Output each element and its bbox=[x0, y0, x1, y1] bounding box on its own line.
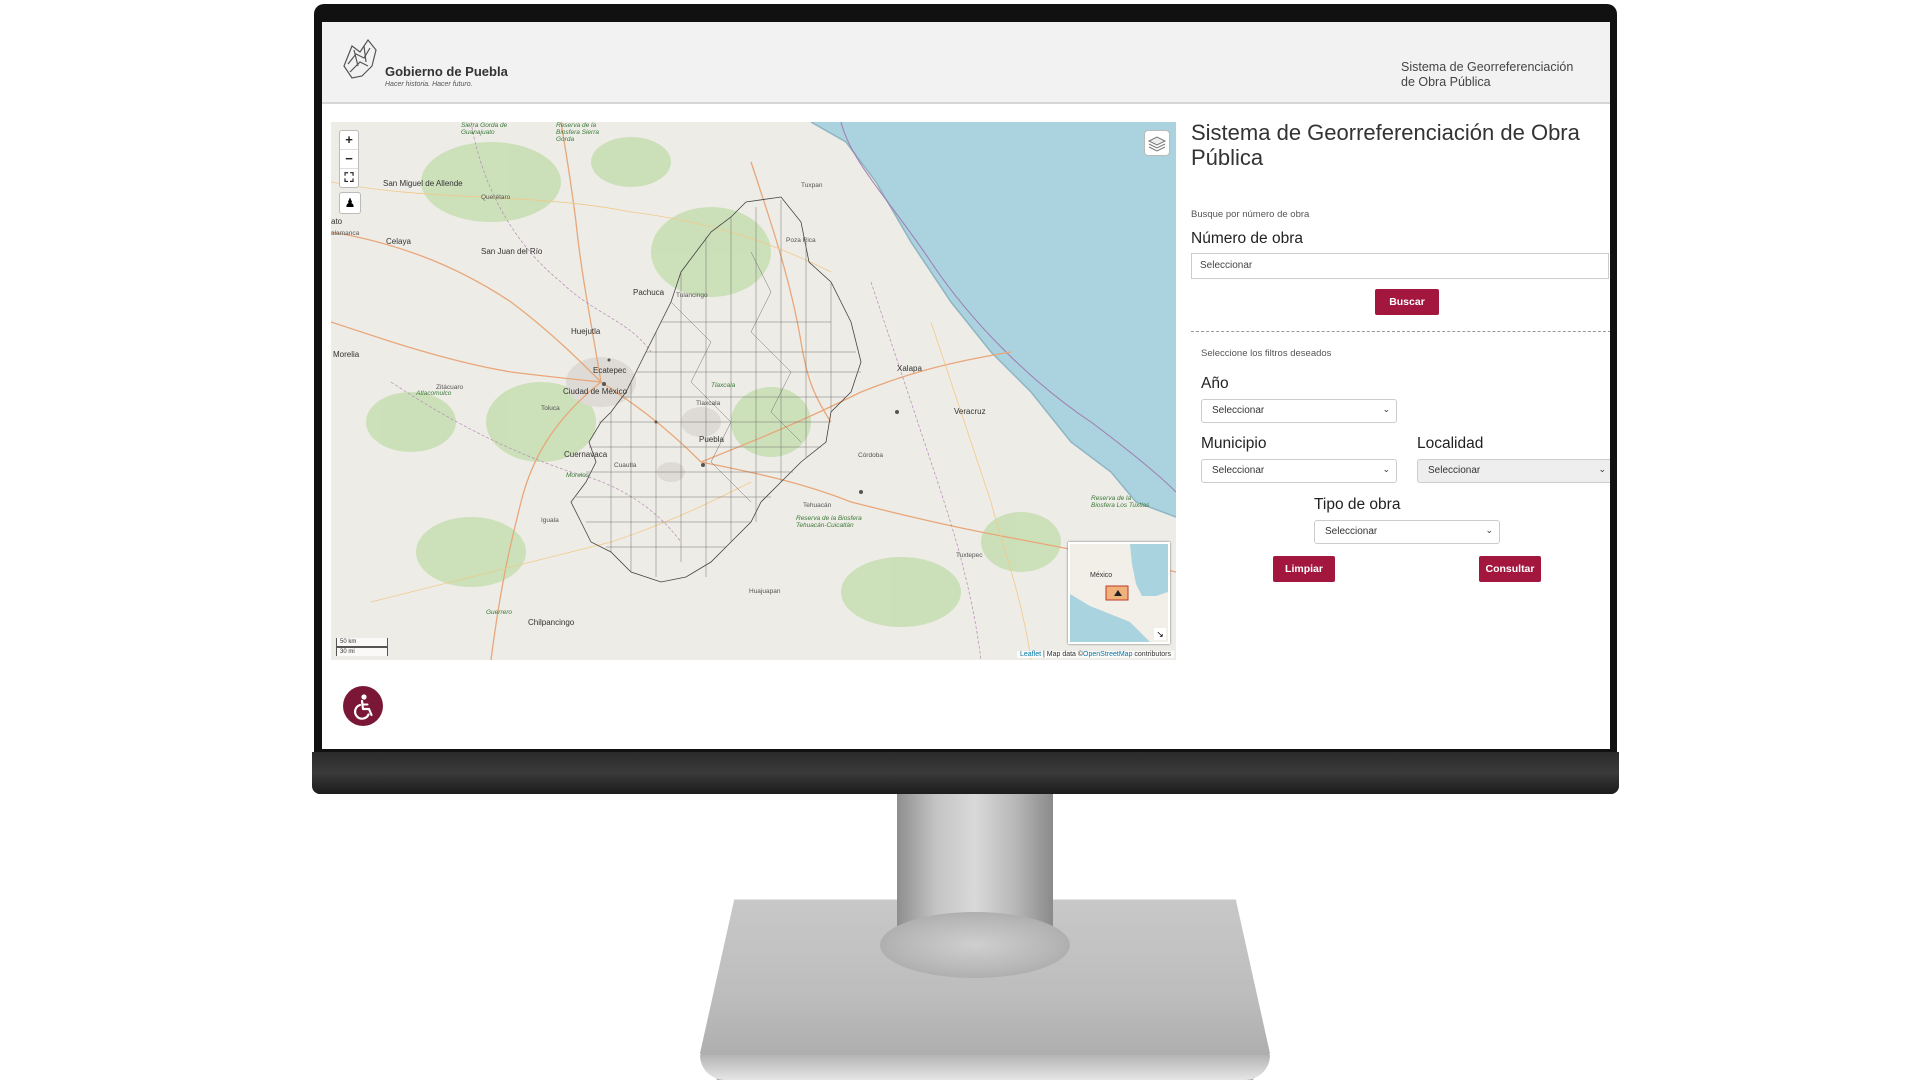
zoom-in-button[interactable]: + bbox=[340, 131, 358, 150]
anio-select-value: Seleccionar bbox=[1212, 405, 1265, 416]
municipio-select-value: Seleccionar bbox=[1212, 465, 1265, 476]
filters-hint: Seleccione los filtros deseados bbox=[1201, 348, 1332, 359]
map-label-cuernavaca: Cuernavaca bbox=[564, 450, 608, 459]
chevron-down-icon: ⌄ bbox=[1382, 464, 1390, 474]
limpiar-button[interactable]: Limpiar bbox=[1273, 556, 1335, 582]
map-label-tlaxcala-state: Tlaxcala bbox=[711, 382, 736, 389]
map-label-reserva-sierra-gorda: Reserva de la Biosfera Sierra Gorda bbox=[556, 122, 599, 143]
map-label-queretaro-state: Querétaro bbox=[481, 194, 511, 201]
accessibility-button[interactable] bbox=[343, 686, 383, 726]
map-label-xalapa: Xalapa bbox=[897, 364, 922, 373]
localidad-select[interactable]: Seleccionar ⌄ bbox=[1417, 459, 1610, 483]
monitor-stand-collar bbox=[880, 912, 1070, 978]
map-label-salamanca: alamanca bbox=[331, 230, 360, 237]
map-view[interactable]: San Miguel de Allende Querétaro Celaya S… bbox=[331, 122, 1176, 660]
map-label-sierra-gorda-gto: Sierra Gorda de Guanajuato bbox=[461, 122, 508, 136]
map-label-chilpancingo: Chilpancingo bbox=[528, 618, 575, 627]
section-divider bbox=[1191, 331, 1610, 332]
map-label-poza-rica: Poza Rica bbox=[786, 237, 816, 244]
map-label-iguala: Iguala bbox=[541, 517, 559, 524]
map-label-cuautla: Cuautla bbox=[614, 462, 637, 469]
map-label-veracruz: Veracruz bbox=[954, 407, 986, 416]
chevron-down-icon: ⌄ bbox=[1485, 525, 1493, 535]
monitor-chin bbox=[312, 752, 1619, 794]
map-label-huejutla: Huejutla bbox=[571, 327, 601, 336]
consultar-button[interactable]: Consultar bbox=[1479, 556, 1541, 582]
localidad-select-value: Seleccionar bbox=[1428, 465, 1481, 476]
buscar-button[interactable]: Buscar bbox=[1375, 289, 1439, 315]
map-label-reserva-tehuacan: Reserva de la Biosfera Tehuacán-Cuicatlá… bbox=[796, 515, 862, 529]
fullscreen-button[interactable]: ⛶ bbox=[340, 169, 358, 187]
puebla-state-icon: ♟ bbox=[344, 196, 356, 210]
numero-obra-label: Número de obra bbox=[1191, 230, 1304, 247]
scale-mi: 30 mi bbox=[336, 647, 388, 656]
municipio-label: Municipio bbox=[1201, 435, 1267, 452]
municipio-select[interactable]: Seleccionar ⌄ bbox=[1201, 459, 1397, 483]
search-hint: Busque por número de obra bbox=[1191, 209, 1310, 220]
tipo-obra-select[interactable]: Seleccionar ⌄ bbox=[1314, 520, 1500, 544]
map-label-reserva-tuxtlas: Reserva de la Biosfera Los Tuxtlas bbox=[1091, 495, 1150, 509]
map-label-sma: San Miguel de Allende bbox=[383, 179, 463, 188]
map-canvas bbox=[331, 122, 1176, 660]
map-attribution: Leaflet | Map data ©OpenStreetMap contri… bbox=[1017, 651, 1174, 658]
minimap-toggle-icon[interactable]: ↘ bbox=[1154, 628, 1166, 640]
attribution-contributors: contributors bbox=[1132, 651, 1171, 658]
anio-label: Año bbox=[1201, 375, 1229, 392]
map-label-sjr: San Juan del Río bbox=[481, 247, 543, 256]
numero-obra-input[interactable]: Seleccionar bbox=[1191, 253, 1609, 279]
map-label-tuxpan: Tuxpan bbox=[801, 182, 823, 189]
leaflet-link[interactable]: Leaflet bbox=[1020, 651, 1041, 658]
map-label-ecatepec: Ecatepec bbox=[593, 366, 627, 375]
anio-select[interactable]: Seleccionar ⌄ bbox=[1201, 399, 1397, 423]
minimap[interactable]: México ↘ bbox=[1068, 542, 1170, 644]
header-system-line1: Sistema de Georreferenciación bbox=[1401, 60, 1574, 74]
monitor-screen: Gobierno de Puebla Hacer historia. Hacer… bbox=[322, 22, 1610, 749]
map-label-pachuca: Pachuca bbox=[633, 288, 665, 297]
tipo-obra-label: Tipo de obra bbox=[1314, 496, 1401, 513]
puebla-logo-icon bbox=[343, 38, 377, 79]
map-label-puebla: Puebla bbox=[699, 435, 724, 444]
header-system-line2: de Obra Pública bbox=[1401, 75, 1491, 89]
org-name: Gobierno de Puebla bbox=[385, 64, 508, 79]
layers-button[interactable] bbox=[1144, 130, 1170, 156]
tipo-obra-select-value: Seleccionar bbox=[1325, 526, 1378, 537]
map-label-cdmx: Ciudad de México bbox=[563, 387, 628, 396]
map-label-morelos: Morelos bbox=[566, 472, 590, 479]
zoom-control: + − ⛶ bbox=[339, 130, 359, 188]
map-label-cordoba: Córdoba bbox=[858, 452, 883, 459]
minimap-label: México bbox=[1090, 572, 1113, 579]
map-label-guerrero: Guerrero bbox=[486, 609, 513, 616]
map-label-toluca: Toluca bbox=[541, 405, 560, 412]
zoom-out-button[interactable]: − bbox=[340, 150, 358, 169]
attribution-separator: | Map data © bbox=[1041, 651, 1084, 658]
chevron-down-icon: ⌄ bbox=[1382, 404, 1390, 414]
header-system-name: Sistema de Georreferenciación de Obra Pú… bbox=[1401, 60, 1601, 90]
scale-bar: 50 km 30 mi bbox=[336, 638, 388, 656]
map-label-tulancingo: Tulancingo bbox=[676, 292, 708, 299]
map-label-tlaxcala: Tlaxcala bbox=[696, 400, 721, 407]
map-label-tuxtepec: Tuxtepec bbox=[956, 552, 983, 559]
puebla-state-button[interactable]: ♟ bbox=[339, 192, 361, 214]
localidad-label: Localidad bbox=[1417, 435, 1484, 452]
org-tagline: Hacer historia. Hacer futuro. bbox=[385, 81, 473, 88]
osm-link[interactable]: OpenStreetMap bbox=[1083, 651, 1132, 658]
map-label-atlacomulco: Atlacomulco bbox=[416, 390, 452, 397]
site-header: Gobierno de Puebla Hacer historia. Hacer… bbox=[322, 22, 1610, 104]
monitor-stand-base-edge bbox=[700, 1055, 1270, 1080]
map-label-celaya: Celaya bbox=[386, 237, 411, 246]
map-label-tehuacan: Tehuacán bbox=[803, 502, 832, 509]
scale-km: 50 km bbox=[336, 638, 388, 647]
map-label-huajuapan: Huajuapan bbox=[749, 588, 781, 595]
chevron-down-icon: ⌄ bbox=[1598, 464, 1606, 474]
map-label-morelia: Morelia bbox=[333, 350, 360, 359]
accessibility-icon bbox=[354, 694, 373, 720]
layers-icon bbox=[1147, 136, 1167, 152]
page-title: Sistema de Georreferenciación de Obra Pú… bbox=[1191, 120, 1580, 170]
map-label-ato: ato bbox=[331, 217, 343, 226]
